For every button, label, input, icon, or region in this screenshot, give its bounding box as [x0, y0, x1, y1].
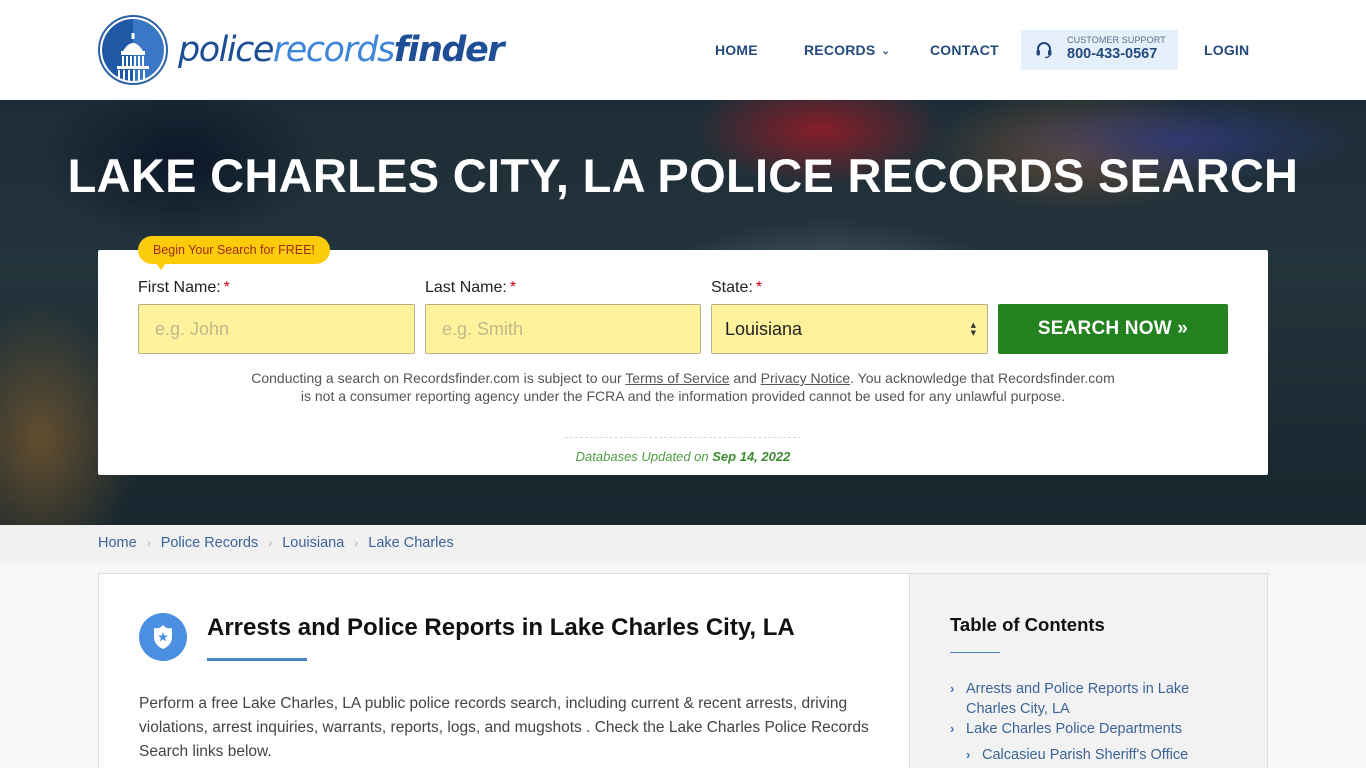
- toc-item-label: Arrests and Police Reports in Lake Charl…: [966, 681, 1190, 717]
- search-disclaimer: Conducting a search on Recordsfinder.com…: [250, 369, 1116, 405]
- toc-subitem-label: Calcasieu Parish Sheriff's Office: [982, 747, 1189, 763]
- chevron-right-icon: ›: [268, 536, 273, 550]
- state-select[interactable]: Louisiana ▲ ▼: [711, 304, 988, 354]
- required-mark: *: [509, 279, 517, 296]
- toc-title: Table of Contents: [950, 614, 1105, 635]
- required-mark: *: [223, 279, 230, 296]
- logo-part-finder: finder: [393, 29, 505, 70]
- last-name-label: Last Name: *: [425, 279, 516, 297]
- free-search-badge: Begin Your Search for FREE!: [138, 236, 330, 270]
- page-title: LAKE CHARLES CITY, LA POLICE RECORDS SEA…: [67, 149, 1299, 202]
- chevron-right-icon: ›: [950, 721, 955, 736]
- last-name-label-text: Last Name:: [425, 279, 507, 296]
- db-updated-label: Databases Updated on: [575, 449, 713, 464]
- toc-subitem[interactable]: › Calcasieu Parish Sheriff's Office: [950, 745, 1210, 765]
- nav-contact[interactable]: CONTACT: [930, 42, 999, 58]
- support-phone[interactable]: 800-433-0567: [1067, 46, 1157, 62]
- required-mark: *: [755, 279, 763, 296]
- toc-item[interactable]: › Arrests and Police Reports in Lake Cha…: [950, 679, 1210, 719]
- database-updated-notice: Databases Updated on Sep 14, 2022: [0, 449, 1366, 464]
- section-heading: Arrests and Police Reports in Lake Charl…: [207, 614, 795, 641]
- breadcrumb-louisiana[interactable]: Louisiana: [282, 535, 344, 551]
- chevron-right-icon: ›: [966, 747, 971, 762]
- logo-wordmark: policerecordsfinder: [178, 29, 505, 70]
- police-badge-icon: [139, 613, 187, 661]
- state-label: State: *: [711, 279, 762, 297]
- chevron-right-icon: ›: [146, 536, 151, 550]
- logo-part-police: police: [178, 29, 274, 70]
- disclaimer-text: and: [729, 370, 761, 386]
- customer-support-box[interactable]: CUSTOMER SUPPORT 800-433-0567: [1021, 30, 1178, 70]
- chevron-down-icon: ⌄: [881, 46, 891, 57]
- first-name-label-text: First Name:: [138, 279, 221, 296]
- chevron-right-icon: ›: [354, 536, 359, 550]
- nav-home[interactable]: HOME: [715, 42, 758, 58]
- last-name-input[interactable]: [425, 304, 701, 354]
- search-now-button[interactable]: SEARCH NOW »: [998, 304, 1228, 354]
- capitol-dome-icon: [98, 15, 168, 85]
- breadcrumb-lake-charles[interactable]: Lake Charles: [368, 535, 453, 551]
- nav-login[interactable]: LOGIN: [1204, 42, 1249, 58]
- state-label-text: State:: [711, 279, 753, 296]
- chevron-right-icon: ›: [950, 681, 955, 696]
- breadcrumb-home[interactable]: Home: [98, 535, 137, 551]
- intro-paragraph: Perform a free Lake Charles, LA public p…: [139, 695, 869, 760]
- support-label: CUSTOMER SUPPORT: [1067, 35, 1166, 45]
- breadcrumb-police-records[interactable]: Police Records: [161, 535, 259, 551]
- heading-underline: [207, 658, 307, 661]
- terms-of-service-link[interactable]: Terms of Service: [625, 370, 729, 386]
- toc-item[interactable]: › Lake Charles Police Departments: [950, 719, 1210, 739]
- toc-item-label: Lake Charles Police Departments: [966, 721, 1182, 737]
- toc-underline: [950, 652, 1000, 653]
- logo-part-records: records: [272, 29, 395, 70]
- nav-records-label: RECORDS: [804, 42, 876, 58]
- select-arrows-icon: ▲ ▼: [970, 321, 976, 337]
- breadcrumb: Home › Police Records › Louisiana › Lake…: [98, 535, 454, 551]
- divider: [565, 437, 801, 438]
- breadcrumb-bar: Home › Police Records › Louisiana › Lake…: [0, 525, 1366, 563]
- headset-icon: [1036, 42, 1052, 59]
- db-updated-date: Sep 14, 2022: [712, 449, 791, 464]
- site-logo[interactable]: policerecordsfinder: [98, 15, 505, 85]
- first-name-label: First Name: *: [138, 279, 230, 297]
- disclaimer-text: Conducting a search on Recordsfinder.com…: [251, 370, 626, 386]
- toc-list: › Arrests and Police Reports in Lake Cha…: [950, 679, 1210, 765]
- search-form-card: [98, 250, 1268, 475]
- state-selected-value: Louisiana: [725, 319, 803, 339]
- nav-records[interactable]: RECORDS ⌄: [804, 42, 890, 58]
- first-name-input[interactable]: [138, 304, 415, 354]
- site-header: policerecordsfinder HOME RECORDS ⌄ CONTAC…: [0, 0, 1366, 100]
- privacy-notice-link[interactable]: Privacy Notice: [761, 370, 850, 386]
